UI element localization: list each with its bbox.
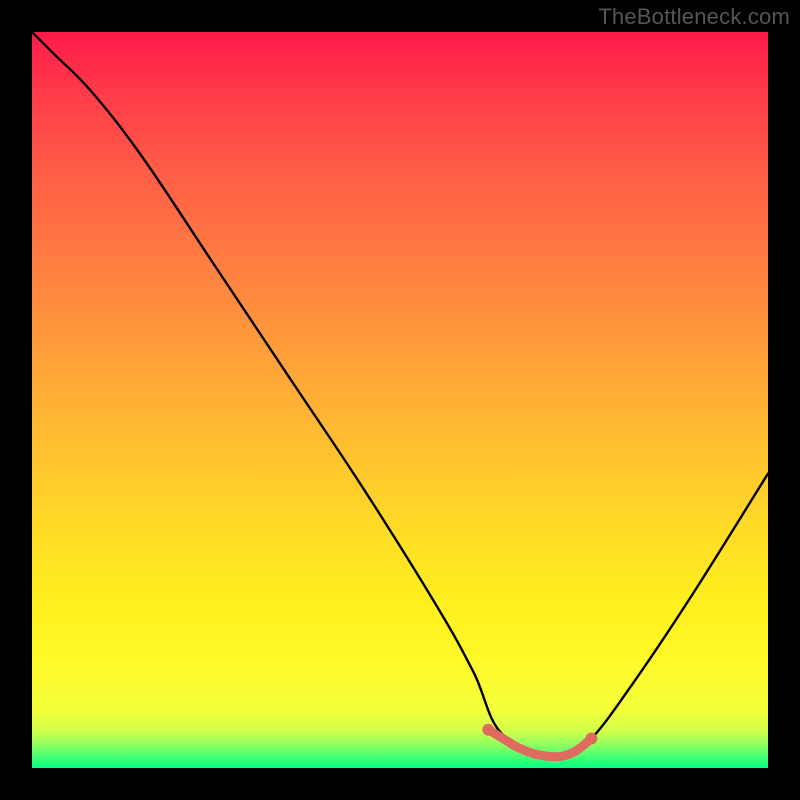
valley-endpoint-left [482, 724, 494, 736]
valley-highlight [488, 730, 591, 757]
plot-area [32, 32, 768, 768]
attribution-text: TheBottleneck.com [598, 4, 790, 30]
chart-container: TheBottleneck.com [0, 0, 800, 800]
valley-endpoint-right [585, 733, 597, 745]
curve-layer [32, 32, 768, 768]
bottleneck-curve [32, 32, 768, 757]
